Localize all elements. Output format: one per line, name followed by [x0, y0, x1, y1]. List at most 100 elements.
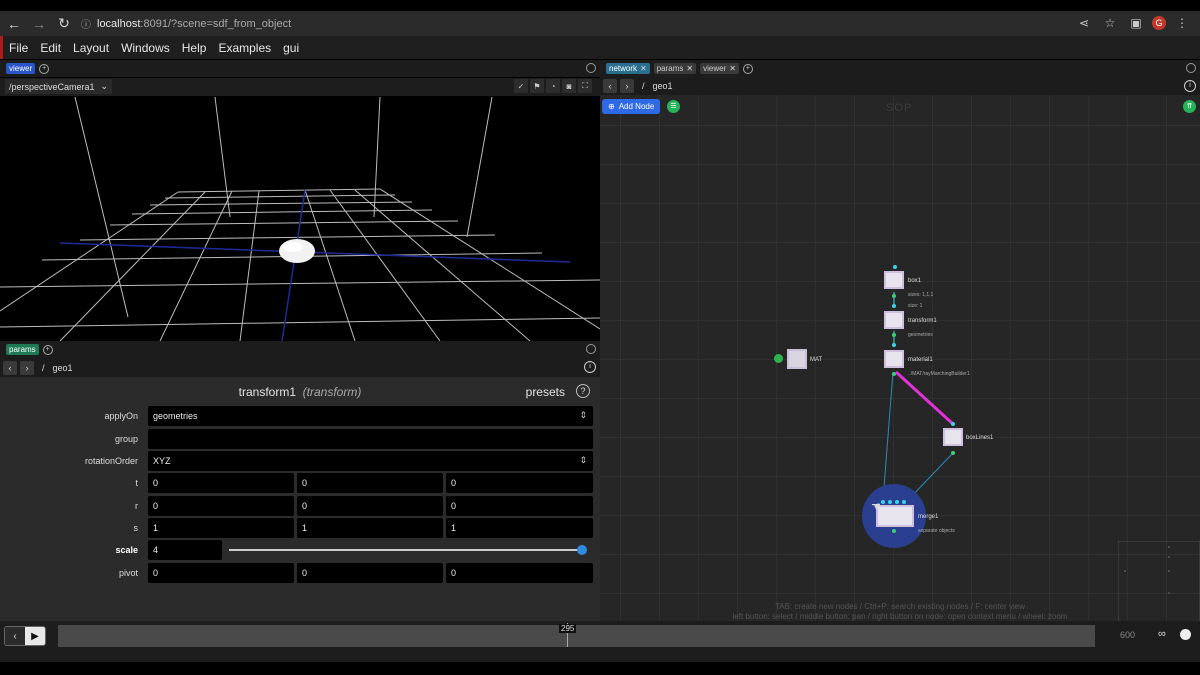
kebab-menu-icon[interactable]: ⋮: [1172, 13, 1192, 33]
menu-examples[interactable]: Examples: [212, 41, 277, 55]
pivot-y-input[interactable]: 0: [297, 563, 443, 583]
presets-button[interactable]: presets: [526, 385, 565, 399]
forward-button[interactable]: ›: [620, 79, 634, 93]
back-arrow-icon[interactable]: ←: [3, 13, 25, 35]
close-icon[interactable]: ✕: [640, 64, 647, 73]
tab-params[interactable]: params ✕: [653, 63, 697, 74]
node-merge1[interactable]: [876, 505, 914, 527]
s-y-input[interactable]: 1: [297, 518, 443, 538]
panel-minimize-icon[interactable]: [586, 63, 596, 73]
t-x-input[interactable]: 0: [148, 473, 294, 493]
back-button[interactable]: ‹: [603, 79, 617, 93]
output-dot[interactable]: [892, 333, 896, 337]
info-icon[interactable]: i: [1184, 80, 1196, 92]
panel-minimize-icon[interactable]: [586, 344, 596, 354]
tab-params[interactable]: params: [6, 344, 39, 355]
clock-icon[interactable]: ◔: [546, 79, 560, 93]
tab-network[interactable]: network ✕: [606, 63, 650, 74]
node-label: merge1: [918, 514, 939, 520]
end-frame[interactable]: 600: [1120, 630, 1135, 640]
input-dot[interactable]: [951, 422, 955, 426]
camera-select[interactable]: /perspectiveCamera1 ⌄: [5, 79, 113, 94]
share-icon[interactable]: ⋖: [1074, 13, 1094, 33]
output-dot[interactable]: [892, 372, 896, 376]
menu-gui[interactable]: gui: [277, 41, 305, 55]
help-icon[interactable]: ?: [576, 384, 590, 398]
tab-viewer[interactable]: viewer: [6, 63, 36, 74]
output-dot[interactable]: [892, 294, 896, 298]
loop-infinity-icon[interactable]: ∞: [1158, 628, 1166, 640]
node-boxLines1[interactable]: [943, 428, 963, 446]
r-x-input[interactable]: 0: [148, 496, 294, 516]
path-geo1[interactable]: geo1: [653, 81, 673, 91]
camera-icon[interactable]: ◙: [562, 79, 576, 93]
close-icon[interactable]: ✕: [729, 64, 736, 73]
output-dot[interactable]: [951, 451, 955, 455]
current-frame: 295: [559, 624, 577, 633]
flag-icon[interactable]: ⚑: [530, 79, 544, 93]
node-transform1[interactable]: [884, 311, 904, 329]
input-dot[interactable]: [895, 500, 899, 504]
add-tab-icon[interactable]: +: [39, 63, 50, 74]
scale-slider-track[interactable]: [229, 549, 582, 551]
step-back-icon[interactable]: ‹: [5, 627, 25, 645]
back-button[interactable]: ‹: [3, 360, 17, 375]
network-editor[interactable]: ⊕ Add Node ☰ ⇈ SOP box1 sizes: 1,1,1 siz…: [600, 95, 1200, 622]
reload-icon[interactable]: ↻: [53, 13, 75, 35]
s-z-input[interactable]: 1: [446, 518, 593, 538]
network-flag-icon[interactable]: [774, 354, 783, 363]
3d-viewport[interactable]: [0, 97, 600, 341]
node-box1[interactable]: [884, 271, 904, 289]
r-y-input[interactable]: 0: [297, 496, 443, 516]
s-x-input[interactable]: 1: [148, 518, 294, 538]
param-label: rotationOrder: [84, 456, 138, 466]
star-icon[interactable]: ☆: [1100, 13, 1120, 33]
node-MAT[interactable]: [787, 349, 807, 369]
t-z-input[interactable]: 0: [446, 473, 593, 493]
param-pivot: pivot 0 0 0: [0, 563, 600, 583]
sidebar-icon[interactable]: ▣: [1126, 13, 1146, 33]
input-dot[interactable]: [902, 500, 906, 504]
applyOn-select[interactable]: geometries: [148, 406, 593, 426]
add-tab-icon[interactable]: +: [742, 63, 753, 74]
panel-minimize-icon[interactable]: [1186, 63, 1196, 73]
menu-file[interactable]: File: [3, 41, 34, 55]
rotationOrder-select[interactable]: XYZ: [148, 451, 593, 471]
scale-input[interactable]: 4: [148, 540, 222, 560]
timeline-track[interactable]: [58, 625, 1095, 647]
info-icon[interactable]: ⓘ: [81, 16, 91, 31]
t-y-input[interactable]: 0: [297, 473, 443, 493]
pivot-x-input[interactable]: 0: [148, 563, 294, 583]
play-icon[interactable]: ▶: [25, 627, 45, 645]
input-dot[interactable]: [881, 500, 885, 504]
forward-arrow-icon[interactable]: →: [28, 13, 50, 35]
forward-button[interactable]: ›: [20, 360, 34, 375]
check-icon[interactable]: ✓: [514, 79, 528, 93]
menu-windows[interactable]: Windows: [115, 41, 176, 55]
close-icon[interactable]: ✕: [686, 64, 693, 73]
tab-label: viewer: [703, 64, 727, 73]
param-applyOn: applyOn geometries: [0, 406, 600, 426]
fullscreen-icon[interactable]: ⛶: [578, 79, 592, 93]
menu-layout[interactable]: Layout: [67, 41, 115, 55]
scale-slider-handle[interactable]: [577, 545, 587, 555]
group-input[interactable]: [148, 429, 593, 449]
pivot-z-input[interactable]: 0: [446, 563, 593, 583]
input-dot[interactable]: [892, 343, 896, 347]
add-tab-icon[interactable]: +: [42, 344, 53, 355]
input-dot[interactable]: [888, 500, 892, 504]
tab-viewer[interactable]: viewer ✕: [700, 63, 739, 74]
path-geo1[interactable]: geo1: [53, 363, 73, 373]
node-material1[interactable]: [884, 350, 904, 368]
realtime-clock-icon[interactable]: [1180, 629, 1191, 640]
input-dot[interactable]: [892, 304, 896, 308]
param-label: t: [135, 478, 138, 488]
r-z-input[interactable]: 0: [446, 496, 593, 516]
address-bar[interactable]: ⓘ localhost :8091/?scene=sdf_from_object: [81, 14, 291, 34]
input-dot[interactable]: [893, 265, 897, 269]
menu-edit[interactable]: Edit: [34, 41, 67, 55]
profile-avatar[interactable]: G: [1152, 16, 1166, 30]
output-dot[interactable]: [892, 529, 896, 533]
menu-help[interactable]: Help: [176, 41, 213, 55]
info-icon[interactable]: i: [584, 361, 596, 373]
